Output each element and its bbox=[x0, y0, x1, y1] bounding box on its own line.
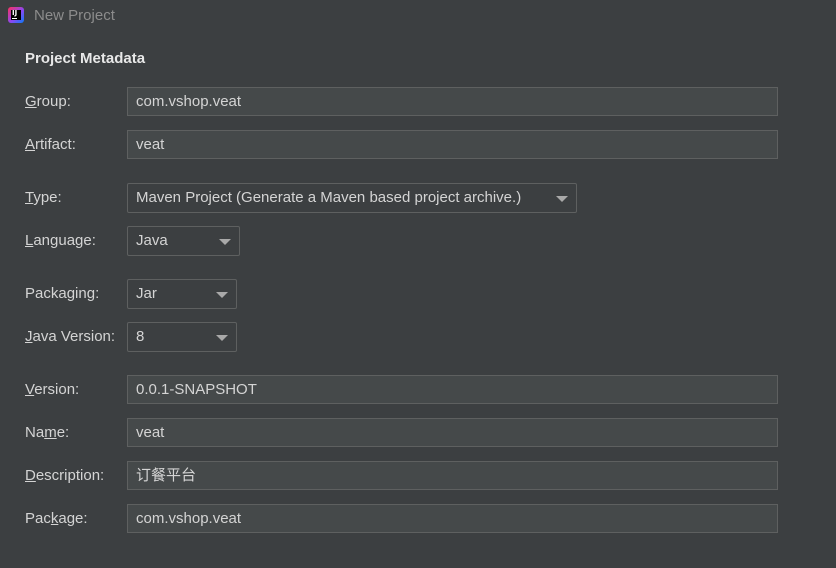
java-version-dropdown[interactable]: 8 bbox=[127, 322, 237, 352]
description-label: Description: bbox=[25, 467, 105, 484]
type-dropdown[interactable]: Maven Project (Generate a Maven based pr… bbox=[127, 183, 577, 213]
section-title: Project Metadata bbox=[25, 50, 146, 67]
chevron-down-icon bbox=[219, 239, 231, 245]
language-dropdown[interactable]: Java bbox=[127, 226, 240, 256]
window-title: New Project bbox=[34, 7, 115, 24]
language-label: Language: bbox=[25, 232, 96, 249]
group-label: Group: bbox=[25, 93, 71, 110]
artifact-label: Artifact: bbox=[25, 136, 76, 153]
intellij-idea-icon: IJ bbox=[8, 7, 24, 23]
name-label: Name: bbox=[25, 424, 70, 441]
chevron-down-icon bbox=[216, 292, 228, 298]
chevron-down-icon bbox=[216, 335, 228, 341]
chevron-down-icon bbox=[556, 196, 568, 202]
type-value: Maven Project (Generate a Maven based pr… bbox=[136, 189, 522, 206]
language-value: Java bbox=[136, 232, 168, 249]
package-label: Package: bbox=[25, 510, 88, 527]
artifact-input[interactable]: veat bbox=[127, 130, 778, 159]
version-input[interactable]: 0.0.1-SNAPSHOT bbox=[127, 375, 778, 404]
package-input[interactable]: com.vshop.veat bbox=[127, 504, 778, 533]
type-label: Type: bbox=[25, 189, 62, 206]
packaging-label: Packaging: bbox=[25, 285, 100, 302]
description-input[interactable]: 订餐平台 bbox=[127, 461, 778, 490]
java-version-label: Java Version: bbox=[25, 328, 116, 345]
name-input[interactable]: veat bbox=[127, 418, 778, 447]
java-version-value: 8 bbox=[136, 328, 145, 345]
title-bar: IJ New Project bbox=[0, 0, 836, 32]
group-input[interactable]: com.vshop.veat bbox=[127, 87, 778, 116]
packaging-dropdown[interactable]: Jar bbox=[127, 279, 237, 309]
version-label: Version: bbox=[25, 381, 80, 398]
packaging-value: Jar bbox=[136, 285, 157, 302]
